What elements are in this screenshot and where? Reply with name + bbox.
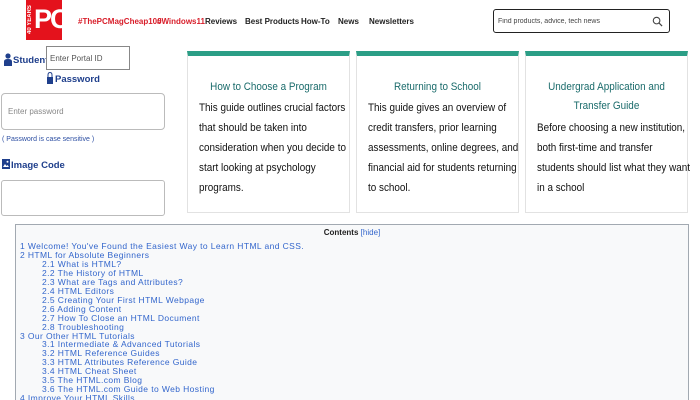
nav-link-cheap100[interactable]: #ThePCMagCheap100 <box>78 17 162 26</box>
card-undergrad-transfer[interactable]: Undergrad Application and Transfer Guide… <box>525 51 690 213</box>
nav-link-windows11[interactable]: #Windows11 <box>157 17 205 26</box>
toc-hide-label[interactable]: hide <box>363 228 378 237</box>
nav-link-news[interactable]: News <box>338 17 359 26</box>
toc-heading: Contents <box>323 228 359 237</box>
site-search-input[interactable] <box>498 14 648 29</box>
case-sensitive-hint: ( Password is case sensitive ) <box>2 136 95 143</box>
card-body: This guide gives an overview of credit t… <box>368 102 519 194</box>
table-of-contents: Contents [hide] 1 Welcome! You've Found … <box>15 224 689 400</box>
user-icon <box>4 53 12 66</box>
search-icon[interactable] <box>652 16 663 27</box>
nav-link-best-products[interactable]: Best Products <box>245 17 299 26</box>
card-choose-program[interactable]: How to Choose a Program This guide outli… <box>187 51 350 213</box>
image-code-label: Image Code <box>11 160 65 171</box>
toc-title: Contents [hide] <box>16 228 688 237</box>
lock-icon <box>47 72 53 84</box>
nav-link-newsletters[interactable]: Newsletters <box>369 17 414 26</box>
logo-text: PC <box>34 4 69 34</box>
toc-hide-toggle[interactable]: [hide] <box>361 228 381 237</box>
card-body: This guide outlines crucial factors that… <box>199 102 346 194</box>
card-title: Returning to School <box>394 81 481 93</box>
card-title: Undergrad Application and Transfer Guide <box>548 81 665 112</box>
toc-item[interactable]: 4 Improve Your HTML Skills <box>20 393 135 400</box>
portal-id-input[interactable] <box>46 46 130 70</box>
site-search <box>493 9 670 33</box>
card-returning-to-school[interactable]: Returning to School This guide gives an … <box>356 51 519 213</box>
nav-link-how-to[interactable]: How-To <box>301 17 330 26</box>
password-label: Password <box>55 74 100 85</box>
image-icon <box>2 159 10 169</box>
password-input[interactable] <box>1 93 165 130</box>
nav-link-reviews[interactable]: Reviews <box>205 17 237 26</box>
pcmag-logo[interactable]: 40 YEARS PC <box>26 0 69 40</box>
card-body: Before choosing a new institution, both … <box>537 122 690 194</box>
card-title: How to Choose a Program <box>210 81 327 93</box>
image-code-box[interactable] <box>1 180 165 216</box>
logo-years: 40 YEARS <box>27 5 33 35</box>
top-nav: 40 YEARS PC #ThePCMagCheap100 #Windows11… <box>0 0 700 44</box>
